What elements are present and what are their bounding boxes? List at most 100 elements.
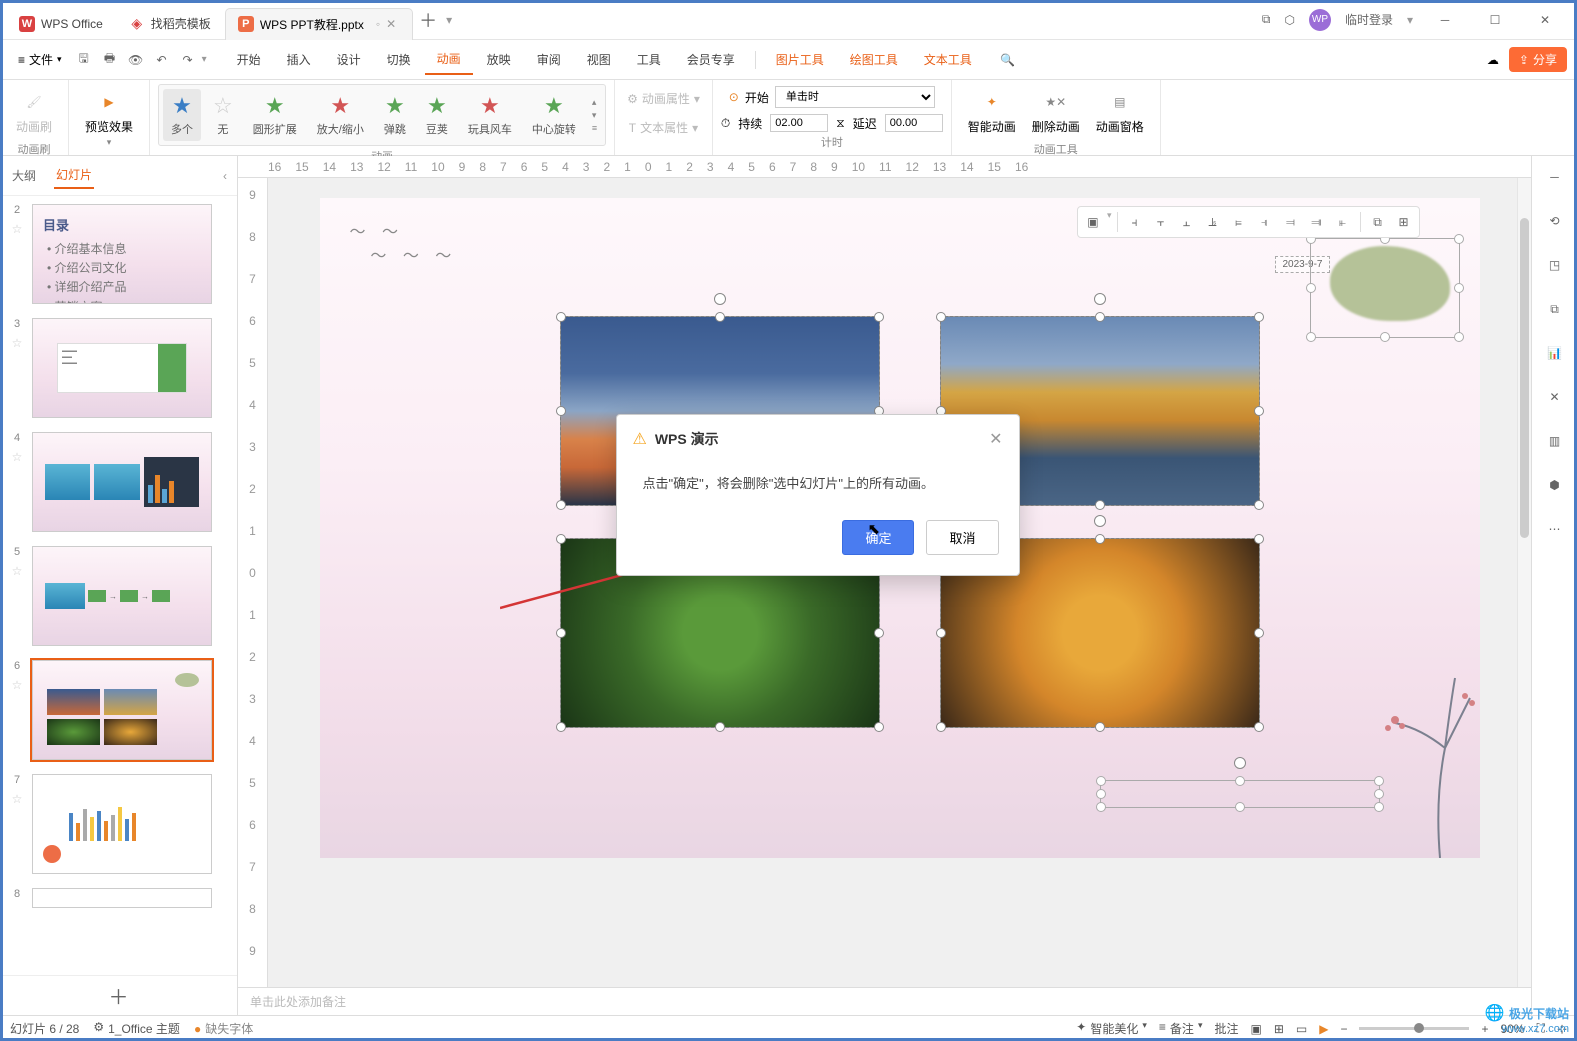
tab-menu-icon[interactable]: ◦	[376, 17, 380, 31]
slide-thumb[interactable]	[32, 774, 212, 874]
login-dropdown-icon[interactable]: ▾	[1407, 13, 1413, 27]
slide-thumb[interactable]: 目录• 介绍基本信息• 介绍公司文化• 详细介绍产品• 营销方案	[32, 204, 212, 304]
menu-transition[interactable]: 切换	[375, 45, 423, 74]
thumb-row[interactable]: 6☆	[8, 660, 229, 760]
animation-painter-button[interactable]: 🖌 动画刷	[8, 84, 60, 139]
ft-distribute-v-icon[interactable]: ⫥	[1305, 210, 1329, 234]
rotate-handle[interactable]	[714, 293, 726, 305]
effect-circle[interactable]: ★圆形扩展	[245, 89, 305, 141]
effect-bounce[interactable]: ★弹跳	[376, 89, 414, 141]
view-slideshow-icon[interactable]: ▶	[1319, 1022, 1328, 1036]
missing-font-warning[interactable]: ●缺失字体	[194, 1020, 253, 1037]
star-icon[interactable]: ☆	[12, 678, 23, 692]
st-settings-icon[interactable]: ⟲	[1544, 210, 1566, 232]
st-chart-icon[interactable]: 📊	[1544, 342, 1566, 364]
ft-grid-icon[interactable]: ⊞	[1392, 210, 1416, 234]
menu-insert[interactable]: 插入	[275, 45, 323, 74]
thumb-row[interactable]: 2☆目录• 介绍基本信息• 介绍公司文化• 详细介绍产品• 营销方案	[8, 204, 229, 304]
st-template-icon[interactable]: ▥	[1544, 430, 1566, 452]
collapse-panel-icon[interactable]: ‹	[223, 169, 227, 183]
ft-group-icon[interactable]: ⧉	[1366, 210, 1390, 234]
rotate-handle[interactable]	[1234, 757, 1246, 769]
notes-placeholder[interactable]: 单击此处添加备注	[238, 987, 1531, 1015]
slide-thumb[interactable]	[32, 432, 212, 532]
effect-pinwheel[interactable]: ★玩具风车	[460, 89, 520, 141]
outline-tab[interactable]: 大纲	[10, 163, 38, 188]
duration-input[interactable]	[770, 114, 828, 132]
zoom-out-icon[interactable]: −	[1340, 1022, 1347, 1036]
rotate-handle[interactable]	[1094, 293, 1106, 305]
star-icon[interactable]: ☆	[12, 222, 23, 236]
thumb-row[interactable]: 5☆→→	[8, 546, 229, 646]
search-icon[interactable]: 🔍	[996, 48, 1020, 72]
effect-pod[interactable]: ★豆荚	[418, 89, 456, 141]
effects-gallery[interactable]: ★多个 ☆无 ★圆形扩展 ★放大/缩小 ★弹跳 ★豆荚 ★玩具风车 ★中心旋转 …	[158, 84, 606, 146]
start-combo[interactable]: 单击时	[775, 86, 935, 108]
view-sorter-icon[interactable]: ⊞	[1274, 1022, 1284, 1036]
menu-slideshow[interactable]: 放映	[475, 45, 523, 74]
slide-thumb[interactable]	[32, 888, 212, 908]
dialog-close-icon[interactable]: ✕	[989, 429, 1002, 449]
ft-align-center-h-icon[interactable]: ⫟	[1149, 210, 1173, 234]
menu-drawing-tools[interactable]: 绘图工具	[838, 45, 910, 74]
menu-view[interactable]: 视图	[575, 45, 623, 74]
cube-icon[interactable]: ⬡	[1284, 13, 1294, 27]
menu-tools[interactable]: 工具	[625, 45, 673, 74]
menu-picture-tools[interactable]: 图片工具	[764, 45, 836, 74]
qat-dropdown-icon[interactable]: ▾	[202, 54, 207, 65]
star-icon[interactable]: ☆	[12, 450, 23, 464]
st-more-icon[interactable]: ⋯	[1544, 518, 1566, 540]
tab-dropdown-icon[interactable]: ▾	[446, 13, 452, 27]
st-collapse-icon[interactable]: ─	[1544, 166, 1566, 188]
zoom-slider[interactable]	[1359, 1027, 1469, 1030]
menu-design[interactable]: 设计	[325, 45, 373, 74]
slide-thumb[interactable]	[32, 660, 212, 760]
qat-undo-icon[interactable]: ↶	[150, 48, 174, 72]
menu-member[interactable]: 会员专享	[675, 45, 747, 74]
slide-thumb[interactable]: →→	[32, 546, 212, 646]
st-tools-icon[interactable]: ✕	[1544, 386, 1566, 408]
effect-spin[interactable]: ★中心旋转	[524, 89, 584, 141]
qat-save-icon[interactable]: 🖫	[72, 48, 96, 72]
gallery-more-icon[interactable]: ≡	[592, 123, 597, 133]
ft-distribute-h-icon[interactable]: ⫤	[1279, 210, 1303, 234]
smart-animation-button[interactable]: ✦ 智能动画	[960, 84, 1024, 139]
file-menu[interactable]: ≡ 文件 ▾	[10, 47, 70, 72]
cloud-sync-icon[interactable]: ☁	[1487, 53, 1499, 67]
preview-button[interactable]: ▶ 预览效果 ▾	[77, 84, 141, 152]
new-slide-button[interactable]: ＋	[0, 975, 237, 1015]
gallery-up-icon[interactable]: ▴	[592, 97, 597, 108]
ft-align-left-icon[interactable]: ⫞	[1123, 210, 1147, 234]
slides-tab[interactable]: 幻灯片	[54, 162, 94, 189]
thumb-row[interactable]: 3☆▬▬▬▬▬▬▬▬	[8, 318, 229, 418]
effect-none[interactable]: ☆无	[205, 89, 241, 141]
st-shape-icon[interactable]: ◳	[1544, 254, 1566, 276]
ft-crop-icon[interactable]: ▣	[1081, 210, 1105, 234]
notes-toggle[interactable]: ≡备注▾	[1159, 1020, 1203, 1037]
share-button[interactable]: ⇪ 分享	[1509, 47, 1567, 72]
ft-align-bottom-icon[interactable]: ⫣	[1253, 210, 1277, 234]
slide-thumb[interactable]: ▬▬▬▬▬▬▬▬	[32, 318, 212, 418]
ft-align-top-icon[interactable]: ⫡	[1201, 210, 1225, 234]
beautify-button[interactable]: ✦智能美化▾	[1076, 1020, 1147, 1037]
ft-align-center-v-icon[interactable]: ⫢	[1227, 210, 1251, 234]
star-icon[interactable]: ☆	[12, 564, 23, 578]
view-normal-icon[interactable]: ▣	[1250, 1022, 1261, 1036]
cancel-button[interactable]: 取消	[926, 520, 998, 555]
st-resource-icon[interactable]: ⬢	[1544, 474, 1566, 496]
qat-preview-icon[interactable]: 👁	[124, 48, 148, 72]
tab-document[interactable]: P WPS PPT教程.pptx ◦ ✕	[225, 8, 413, 40]
vertical-scrollbar[interactable]	[1517, 178, 1531, 987]
animation-pane-button[interactable]: ▤ 动画窗格	[1088, 84, 1152, 139]
ft-align-right-icon[interactable]: ⫠	[1175, 210, 1199, 234]
close-button[interactable]: ✕	[1527, 5, 1563, 35]
new-tab-button[interactable]: ＋	[414, 6, 442, 34]
login-label[interactable]: 临时登录	[1345, 11, 1393, 28]
tab-wps-office[interactable]: W WPS Office	[7, 8, 115, 40]
thumb-row[interactable]: 7☆	[8, 774, 229, 874]
thumbnails-list[interactable]: 2☆目录• 介绍基本信息• 介绍公司文化• 详细介绍产品• 营销方案 3☆▬▬▬…	[0, 196, 237, 975]
qat-redo-icon[interactable]: ↷	[176, 48, 200, 72]
effect-multiple[interactable]: ★多个	[163, 89, 201, 141]
maximize-button[interactable]: ☐	[1477, 5, 1513, 35]
view-reading-icon[interactable]: ▭	[1296, 1022, 1307, 1036]
